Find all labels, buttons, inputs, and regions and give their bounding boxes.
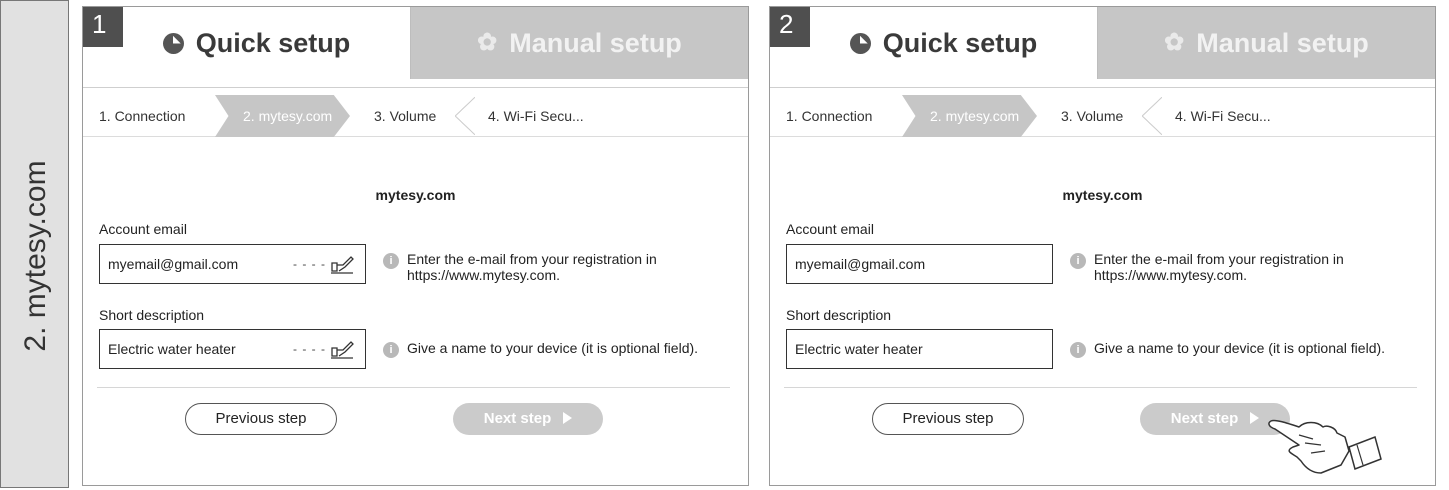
- email-info: i Enter the e-mail from your registratio…: [383, 251, 748, 283]
- hand-pointer-icon: [1268, 419, 1382, 474]
- info-icon: i: [1070, 342, 1086, 358]
- email-value: myemail@gmail.com: [108, 256, 239, 272]
- email-field[interactable]: myemail@gmail.com - - - -: [99, 244, 366, 284]
- divider: [784, 387, 1417, 388]
- breadcrumb-step-mytesy[interactable]: 2. mytesy.com: [902, 95, 1037, 137]
- description-value: Electric water heater: [108, 341, 236, 357]
- setup-panel-1: Quick setup ✿ Manual setup 1 1. Connecti…: [82, 6, 749, 486]
- step-number-badge: 1: [83, 7, 123, 47]
- next-step-label: Next step: [1170, 410, 1239, 427]
- breadcrumb-step-connection[interactable]: 1. Connection: [99, 95, 185, 137]
- email-field[interactable]: myemail@gmail.com: [786, 244, 1053, 284]
- tab-quick-setup[interactable]: Quick setup: [770, 7, 1098, 79]
- tab-manual-setup[interactable]: ✿ Manual setup: [1098, 7, 1435, 79]
- edit-dashes: - - - -: [293, 257, 326, 271]
- breadcrumb-step-volume[interactable]: 3. Volume: [1061, 95, 1123, 137]
- edit-hint: - - - -: [293, 251, 355, 277]
- description-value: Electric water heater: [795, 341, 923, 357]
- chevron-right-icon: [1142, 97, 1162, 135]
- edit-hint: - - - -: [293, 336, 355, 362]
- play-icon: [1250, 412, 1260, 424]
- pen-icon: [331, 256, 354, 274]
- description-label: Short description: [99, 307, 205, 323]
- divider: [97, 387, 730, 388]
- description-field[interactable]: Electric water heater: [786, 329, 1053, 369]
- description-hint: Give a name to your device (it is option…: [1094, 340, 1386, 356]
- email-value: myemail@gmail.com: [795, 256, 926, 272]
- setup-panel-2: Quick setup ✿ Manual setup 2 1. Connecti…: [769, 6, 1436, 486]
- step-sidebar: 2. mytesy.com: [0, 0, 69, 488]
- gear-icon: ✿: [1164, 29, 1185, 56]
- description-hint: Give a name to your device (it is option…: [407, 340, 699, 356]
- breadcrumb-step-wifi[interactable]: 4. Wi-Fi Secu...: [1175, 95, 1271, 137]
- next-step-label: Next step: [483, 410, 552, 427]
- chevron-right-icon: [455, 97, 475, 135]
- tab-quick-label: Quick setup: [195, 27, 351, 58]
- email-label: Account email: [99, 221, 187, 237]
- tab-manual-label: Manual setup: [1196, 27, 1369, 58]
- description-info: i Give a name to your device (it is opti…: [1070, 340, 1435, 358]
- info-icon: i: [1070, 253, 1086, 269]
- tab-manual-setup[interactable]: ✿ Manual setup: [411, 7, 748, 79]
- tab-quick-setup[interactable]: Quick setup: [83, 7, 411, 79]
- pen-icon: [331, 341, 354, 359]
- email-label: Account email: [786, 221, 874, 237]
- email-hint: Enter the e-mail from your registration …: [407, 251, 657, 283]
- email-info: i Enter the e-mail from your registratio…: [1070, 251, 1435, 283]
- step-title: 2. mytesy.com: [19, 160, 52, 352]
- gear-icon: ✿: [477, 29, 498, 56]
- breadcrumb-step-mytesy[interactable]: 2. mytesy.com: [215, 95, 350, 137]
- breadcrumb: 1. Connection 2. mytesy.com 3. Volume 4.…: [770, 95, 1435, 137]
- page-title: mytesy.com: [1062, 187, 1143, 203]
- play-icon: [563, 412, 573, 424]
- clock-icon: [849, 32, 871, 54]
- description-label: Short description: [786, 307, 892, 323]
- breadcrumb-step-volume[interactable]: 3. Volume: [374, 95, 436, 137]
- next-step-button[interactable]: Next step: [453, 403, 603, 435]
- breadcrumb: 1. Connection 2. mytesy.com 3. Volume 4.…: [83, 95, 748, 137]
- edit-dashes: - - - -: [293, 342, 326, 356]
- step-number-badge: 2: [770, 7, 810, 47]
- page-title: mytesy.com: [375, 187, 456, 203]
- breadcrumb-step-wifi[interactable]: 4. Wi-Fi Secu...: [488, 95, 584, 137]
- info-icon: i: [383, 253, 399, 269]
- tab-manual-label: Manual setup: [509, 27, 682, 58]
- divider: [83, 87, 748, 88]
- description-field[interactable]: Electric water heater - - - -: [99, 329, 366, 369]
- tab-quick-label: Quick setup: [882, 27, 1038, 58]
- divider: [770, 87, 1435, 88]
- breadcrumb-step-connection[interactable]: 1. Connection: [786, 95, 872, 137]
- previous-step-button[interactable]: Previous step: [872, 403, 1024, 435]
- clock-icon: [162, 32, 184, 54]
- description-info: i Give a name to your device (it is opti…: [383, 340, 748, 358]
- previous-step-button[interactable]: Previous step: [185, 403, 337, 435]
- info-icon: i: [383, 342, 399, 358]
- email-hint: Enter the e-mail from your registration …: [1094, 251, 1344, 283]
